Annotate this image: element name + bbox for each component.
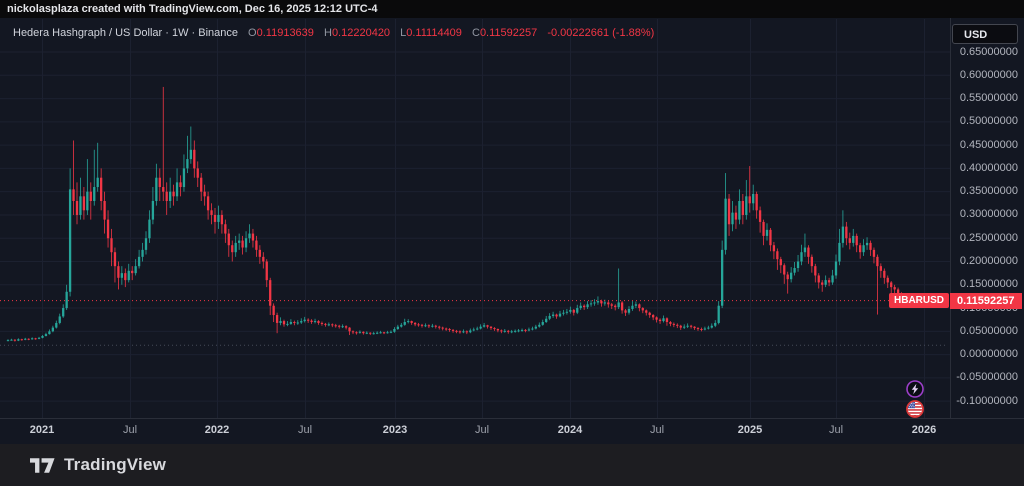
price-axis-label: 0.35000000 xyxy=(956,185,1018,198)
chart-pane-background xyxy=(0,18,1024,444)
time-axis-label-jul: Jul xyxy=(650,424,664,436)
high-value: 0.12220420 xyxy=(332,27,390,39)
close-value: 0.11592257 xyxy=(480,27,537,39)
tradingview-logo[interactable]: TradingView xyxy=(30,455,166,475)
price-axis-border xyxy=(950,18,951,418)
last-price-axis-label: 0.11592257 xyxy=(950,293,1022,309)
time-axis-label-2025: 2025 xyxy=(738,424,762,436)
time-axis-label-jul: Jul xyxy=(475,424,489,436)
tradingview-logo-icon xyxy=(30,458,56,473)
hbar-lightning-icon xyxy=(907,381,923,397)
tradingview-brand-text: TradingView xyxy=(64,455,166,475)
tradingview-snapshot: nickolasplaza created with TradingView.c… xyxy=(0,0,1024,486)
currency-toggle-button[interactable]: USD xyxy=(952,24,1018,44)
attribution-bar: nickolasplaza created with TradingView.c… xyxy=(0,0,1024,18)
price-axis-label: 0.60000000 xyxy=(956,69,1018,82)
price-axis-label: 0.15000000 xyxy=(956,278,1018,291)
price-axis-label: 0.30000000 xyxy=(956,208,1018,221)
price-axis-label: 0.00000000 xyxy=(956,348,1018,361)
time-axis-label-jul: Jul xyxy=(123,424,137,436)
time-axis-border xyxy=(0,418,1024,419)
chart-legend[interactable]: Hedera Hashgraph / US Dollar · 1W · Bina… xyxy=(13,27,654,39)
open-label: O xyxy=(248,27,257,39)
price-line-symbol-tag: HBARUSD xyxy=(889,293,949,308)
price-axis-label: 0.50000000 xyxy=(956,115,1018,128)
time-axis-label-2026: 2026 xyxy=(912,424,936,436)
symbol-title: Hedera Hashgraph / US Dollar · 1W · Bina… xyxy=(13,27,238,39)
pair-logo-icons xyxy=(905,379,925,424)
open-value: 0.11913639 xyxy=(257,27,314,39)
attribution-text: nickolasplaza created with TradingView.c… xyxy=(7,3,378,15)
close-label: C xyxy=(472,27,480,39)
high-label: H xyxy=(324,27,332,39)
footer-bar: TradingView xyxy=(0,444,1024,486)
price-axis-label: -0.05000000 xyxy=(956,371,1018,384)
price-axis-label: -0.10000000 xyxy=(956,395,1018,408)
low-value: 0.11114409 xyxy=(406,27,462,39)
price-axis-label: 0.20000000 xyxy=(956,255,1018,268)
time-axis-label-2022: 2022 xyxy=(205,424,229,436)
price-axis-label: 0.65000000 xyxy=(956,46,1018,59)
time-axis-label-jul: Jul xyxy=(298,424,312,436)
time-axis-label-2023: 2023 xyxy=(383,424,407,436)
price-axis-label: 0.45000000 xyxy=(956,139,1018,152)
price-axis-label: 0.55000000 xyxy=(956,92,1018,105)
price-axis-label: 0.40000000 xyxy=(956,162,1018,175)
time-axis-label-2024: 2024 xyxy=(558,424,582,436)
change-value: -0.00222661 (-1.88%) xyxy=(547,27,654,39)
usd-flag-icon xyxy=(907,401,923,417)
price-axis-label: 0.05000000 xyxy=(956,325,1018,338)
price-axis-label: 0.25000000 xyxy=(956,232,1018,245)
time-axis-label-2021: 2021 xyxy=(30,424,54,436)
time-axis-label-jul: Jul xyxy=(829,424,843,436)
